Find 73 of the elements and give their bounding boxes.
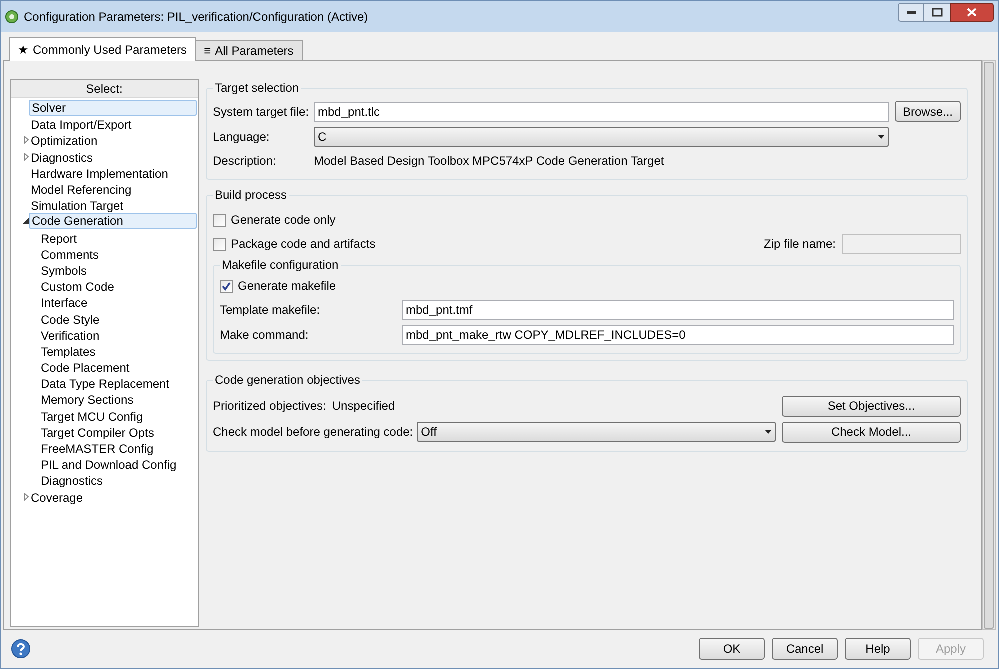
- expand-icon[interactable]: [24, 152, 28, 161]
- checkbox[interactable]: [213, 238, 226, 250]
- button[interactable]: OK: [699, 638, 765, 660]
- tree-item[interactable]: Memory Sections: [39, 391, 197, 408]
- tab[interactable]: ≡ All Parameters: [196, 40, 303, 60]
- tree-item[interactable]: Data Import/Export: [29, 116, 197, 132]
- field-value: Unspecified: [332, 398, 396, 415]
- dropdown[interactable]: Off: [417, 422, 776, 442]
- tree-item[interactable]: Interface: [39, 294, 197, 310]
- tree-item[interactable]: Symbols: [39, 262, 197, 278]
- tree-item[interactable]: Simulation Target: [29, 197, 197, 214]
- expand-icon[interactable]: [24, 136, 28, 144]
- button[interactable]: Help: [845, 638, 911, 660]
- tree-item[interactable]: Code Placement: [39, 359, 197, 376]
- button[interactable]: Cancel: [772, 638, 838, 660]
- dropdown-arrow-icon: [878, 134, 885, 138]
- field-label: Description:: [213, 153, 278, 170]
- close-button[interactable]: [950, 3, 994, 22]
- button[interactable]: Check Model...: [782, 422, 961, 442]
- tree-item[interactable]: Comments: [39, 246, 197, 262]
- group-title: Makefile configuration: [221, 257, 340, 274]
- minimize-icon: [906, 11, 916, 14]
- field-label: Prioritized objectives:: [213, 398, 326, 415]
- tab[interactable]: ★ Commonly Used Parameters: [9, 37, 196, 61]
- group-title: Build process: [214, 187, 288, 204]
- tree-item[interactable]: Model Referencing: [29, 181, 197, 198]
- tree-item[interactable]: PIL and Download Config: [39, 456, 197, 472]
- checkbox-label: Generate code only: [231, 212, 336, 229]
- field-label: Template makefile:: [220, 302, 322, 319]
- tree-item[interactable]: Diagnostics: [39, 472, 197, 488]
- tree-item[interactable]: Target MCU Config: [39, 408, 197, 424]
- tree-header: Select:: [11, 80, 198, 98]
- maximize-button[interactable]: [924, 3, 950, 22]
- dropdown-arrow-icon: [765, 430, 772, 434]
- tree-item[interactable]: FreeMASTER Config: [39, 440, 197, 456]
- expand-icon[interactable]: [24, 492, 28, 501]
- tree-item[interactable]: Target Compiler Opts: [39, 424, 197, 440]
- group-title: Target selection: [214, 80, 300, 97]
- tree-item[interactable]: Coverage: [29, 488, 197, 505]
- field-label: System target file:: [213, 104, 310, 120]
- description-text: Model Based Design Toolbox MPC574xP Code Generation Target: [314, 153, 664, 170]
- window-title: Configuration Parameters: PIL_verification/Configuration (Active): [24, 8, 368, 26]
- field-label: Language:: [213, 128, 271, 146]
- field-label: Check model before generating code:: [213, 424, 414, 441]
- text-field[interactable]: mbd_pnt.tmf: [402, 300, 954, 320]
- minimize-button[interactable]: [898, 3, 924, 22]
- tree-item[interactable]: Diagnostics: [29, 148, 197, 165]
- field-label: Zip file name:: [764, 236, 836, 253]
- close-icon: [967, 8, 977, 17]
- tree-item[interactable]: Data Type Replacement: [39, 375, 197, 392]
- tree-item[interactable]: Code Generation: [29, 213, 197, 230]
- app-icon: [5, 10, 19, 24]
- help-icon[interactable]: [11, 639, 31, 659]
- checkbox-label: Package code and artifacts: [231, 236, 376, 253]
- tree-item[interactable]: Code Style: [39, 310, 197, 327]
- tree-item[interactable]: Hardware Implementation: [29, 164, 197, 181]
- checkbox[interactable]: [213, 214, 226, 226]
- tree-item[interactable]: Templates: [39, 342, 197, 359]
- checkbox-label: Generate makefile: [238, 278, 336, 295]
- tree-item[interactable]: Solver: [29, 100, 197, 116]
- tree-item[interactable]: Verification: [39, 326, 197, 343]
- tree-item[interactable]: Custom Code: [39, 278, 197, 294]
- text-field[interactable]: mbd_pnt.tlc: [314, 102, 889, 122]
- dropdown[interactable]: C: [314, 126, 889, 146]
- button[interactable]: Set Objectives...: [782, 396, 961, 416]
- restore-icon: [932, 8, 942, 17]
- text-field[interactable]: mbd_pnt_make_rtw COPY_MDLREF_INCLUDES=0: [402, 325, 954, 345]
- checkbox[interactable]: [220, 280, 233, 292]
- group-title: Code generation objectives: [214, 372, 362, 389]
- tree-item[interactable]: Report: [39, 230, 197, 246]
- tree-item[interactable]: Optimization: [29, 132, 197, 148]
- button[interactable]: Browse...: [895, 101, 961, 122]
- field-label: Make command:: [220, 327, 310, 344]
